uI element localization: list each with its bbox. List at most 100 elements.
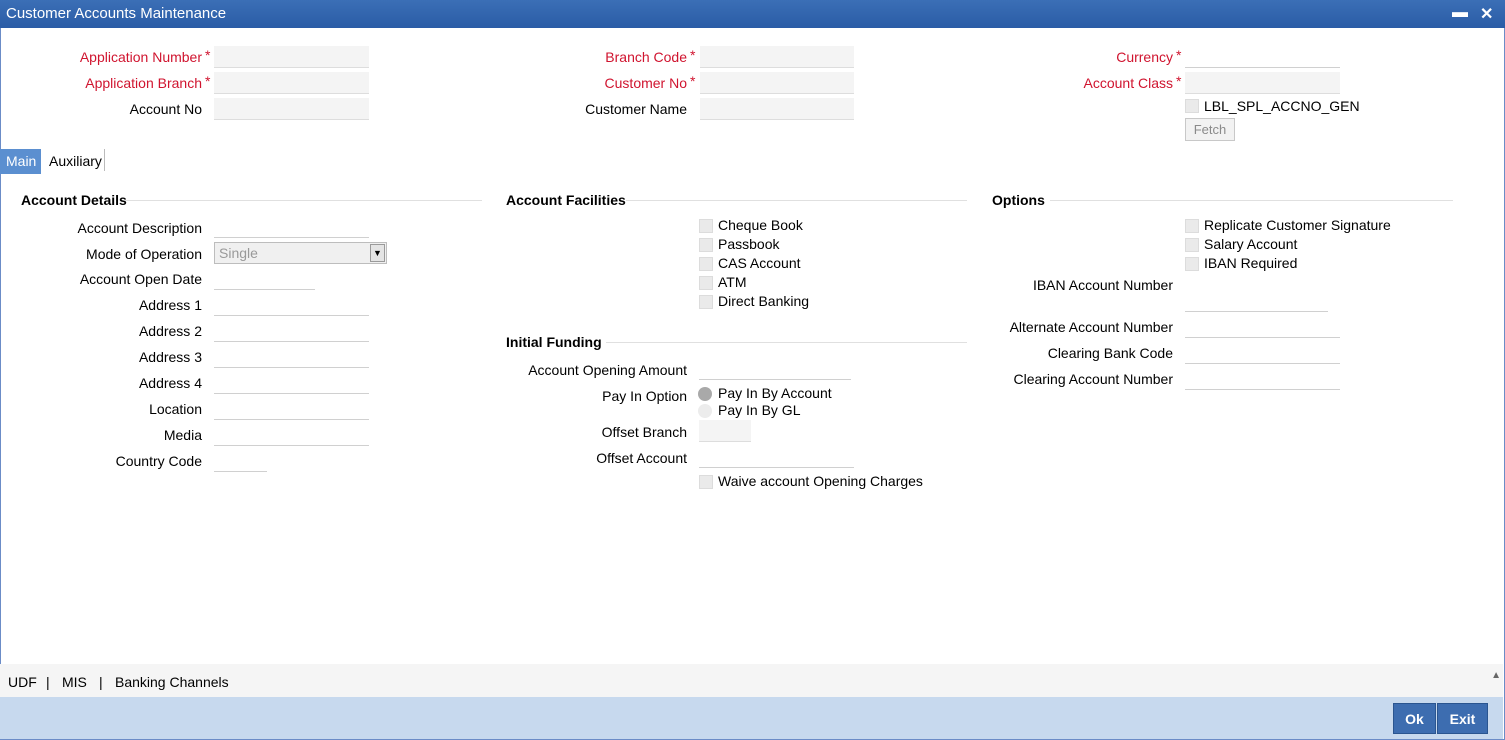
link-separator: |: [99, 674, 103, 690]
mode-of-operation-label: Mode of Operation: [86, 246, 202, 262]
media-label: Media: [163, 427, 202, 443]
location-label: Location: [149, 401, 202, 417]
customer-no-label: Customer No: [604, 75, 687, 91]
account-no-field[interactable]: [214, 98, 369, 120]
banking-channels-link[interactable]: Banking Channels: [115, 674, 229, 690]
account-no-label: Account No: [129, 101, 202, 117]
customer-name-field[interactable]: [700, 98, 854, 120]
link-separator: |: [46, 674, 50, 690]
pay-in-by-gl-radio[interactable]: [698, 404, 712, 418]
account-facilities-heading: Account Facilities: [506, 192, 626, 208]
atm-checkbox[interactable]: [699, 276, 713, 290]
clearing-bank-code-field[interactable]: [1185, 342, 1340, 364]
replicate-signature-checkbox[interactable]: [1185, 219, 1199, 233]
currency-label: Currency: [1116, 49, 1173, 65]
media-field[interactable]: [214, 424, 369, 446]
offset-account-field[interactable]: [699, 446, 854, 468]
alternate-account-number-label: Alternate Account Number: [1009, 319, 1173, 335]
account-details-heading: Account Details: [21, 192, 127, 208]
cas-account-checkbox[interactable]: [699, 257, 713, 271]
clearing-account-number-field[interactable]: [1185, 368, 1340, 390]
address2-label: Address 2: [138, 323, 202, 339]
account-open-date-label: Account Open Date: [79, 271, 202, 287]
country-code-field[interactable]: [214, 450, 267, 472]
address3-field[interactable]: [214, 346, 369, 368]
scroll-up-icon[interactable]: ▲: [1491, 670, 1501, 681]
account-opening-amount-label: Account Opening Amount: [528, 362, 687, 378]
direct-banking-label: Direct Banking: [718, 293, 810, 309]
offset-branch-label: Offset Branch: [601, 424, 687, 440]
address3-label: Address 3: [138, 349, 202, 365]
pay-in-option-label: Pay In Option: [602, 388, 687, 404]
salary-account-label: Salary Account: [1204, 236, 1298, 252]
pay-in-by-gl-label: Pay In By GL: [718, 402, 801, 418]
iban-required-checkbox[interactable]: [1185, 257, 1199, 271]
tab-auxiliary[interactable]: Auxiliary: [43, 149, 108, 174]
address4-label: Address 4: [138, 375, 202, 391]
iban-account-number-label: IBAN Account Number: [1032, 277, 1173, 293]
address4-field[interactable]: [214, 372, 369, 394]
offset-branch-field[interactable]: [699, 420, 751, 442]
account-opening-amount-field[interactable]: [699, 358, 851, 380]
account-class-field[interactable]: [1185, 72, 1340, 94]
location-field[interactable]: [214, 398, 369, 420]
passbook-checkbox[interactable]: [699, 238, 713, 252]
options-heading: Options: [992, 192, 1045, 208]
application-branch-field[interactable]: [214, 72, 369, 94]
application-branch-label: Application Branch: [85, 75, 202, 91]
pay-in-by-account-radio[interactable]: [698, 387, 712, 401]
application-number-field[interactable]: [214, 46, 369, 68]
tab-main[interactable]: Main: [0, 149, 41, 174]
initial-funding-heading: Initial Funding: [506, 334, 602, 350]
bottom-button-bar: [0, 697, 1503, 739]
direct-banking-checkbox[interactable]: [699, 295, 713, 309]
required-marker: *: [690, 73, 696, 89]
iban-account-number-field[interactable]: [1185, 290, 1328, 312]
waive-charges-checkbox[interactable]: [699, 475, 713, 489]
window-title: Customer Accounts Maintenance: [6, 5, 227, 22]
currency-field[interactable]: [1185, 46, 1340, 68]
footer-links-bar: UDF | MIS | Banking Channels: [0, 664, 1503, 697]
minimize-icon[interactable]: ▬: [1452, 4, 1468, 22]
account-description-field[interactable]: [214, 216, 369, 238]
address1-label: Address 1: [138, 297, 202, 313]
waive-charges-label: Waive account Opening Charges: [718, 473, 923, 489]
alternate-account-number-field[interactable]: [1185, 316, 1340, 338]
cas-account-label: CAS Account: [718, 255, 801, 271]
window-titlebar: Customer Accounts Maintenance ▬ ✕: [0, 0, 1505, 28]
tab-separator: [104, 149, 105, 171]
atm-label: ATM: [718, 274, 747, 290]
spl-accno-checkbox[interactable]: [1185, 99, 1199, 113]
fetch-button[interactable]: Fetch: [1185, 118, 1235, 141]
mis-link[interactable]: MIS: [62, 674, 87, 690]
close-icon[interactable]: ✕: [1480, 4, 1493, 24]
chevron-down-icon[interactable]: ▼: [370, 244, 385, 262]
clearing-bank-code-label: Clearing Bank Code: [1047, 345, 1173, 361]
clearing-account-number-label: Clearing Account Number: [1013, 371, 1173, 387]
customer-no-field[interactable]: [700, 72, 854, 94]
pay-in-by-account-label: Pay In By Account: [718, 385, 832, 401]
ok-button[interactable]: Ok: [1393, 703, 1436, 734]
cheque-book-label: Cheque Book: [718, 217, 803, 233]
required-marker: *: [1176, 73, 1182, 89]
salary-account-checkbox[interactable]: [1185, 238, 1199, 252]
account-open-date-field[interactable]: [214, 268, 315, 290]
cheque-book-checkbox[interactable]: [699, 219, 713, 233]
required-marker: *: [205, 47, 211, 63]
branch-code-field[interactable]: [700, 46, 854, 68]
udf-link[interactable]: UDF: [8, 674, 37, 690]
exit-button[interactable]: Exit: [1437, 703, 1488, 734]
address1-field[interactable]: [214, 294, 369, 316]
iban-required-label: IBAN Required: [1204, 255, 1298, 271]
account-class-label: Account Class: [1083, 75, 1173, 91]
customer-name-label: Customer Name: [585, 101, 687, 117]
passbook-label: Passbook: [718, 236, 780, 252]
address2-field[interactable]: [214, 320, 369, 342]
replicate-signature-label: Replicate Customer Signature: [1204, 217, 1391, 233]
required-marker: *: [690, 47, 696, 63]
mode-of-operation-select[interactable]: Single ▼: [214, 242, 387, 264]
required-marker: *: [205, 73, 211, 89]
branch-code-label: Branch Code: [605, 49, 687, 65]
country-code-label: Country Code: [115, 453, 202, 469]
application-number-label: Application Number: [79, 49, 202, 65]
